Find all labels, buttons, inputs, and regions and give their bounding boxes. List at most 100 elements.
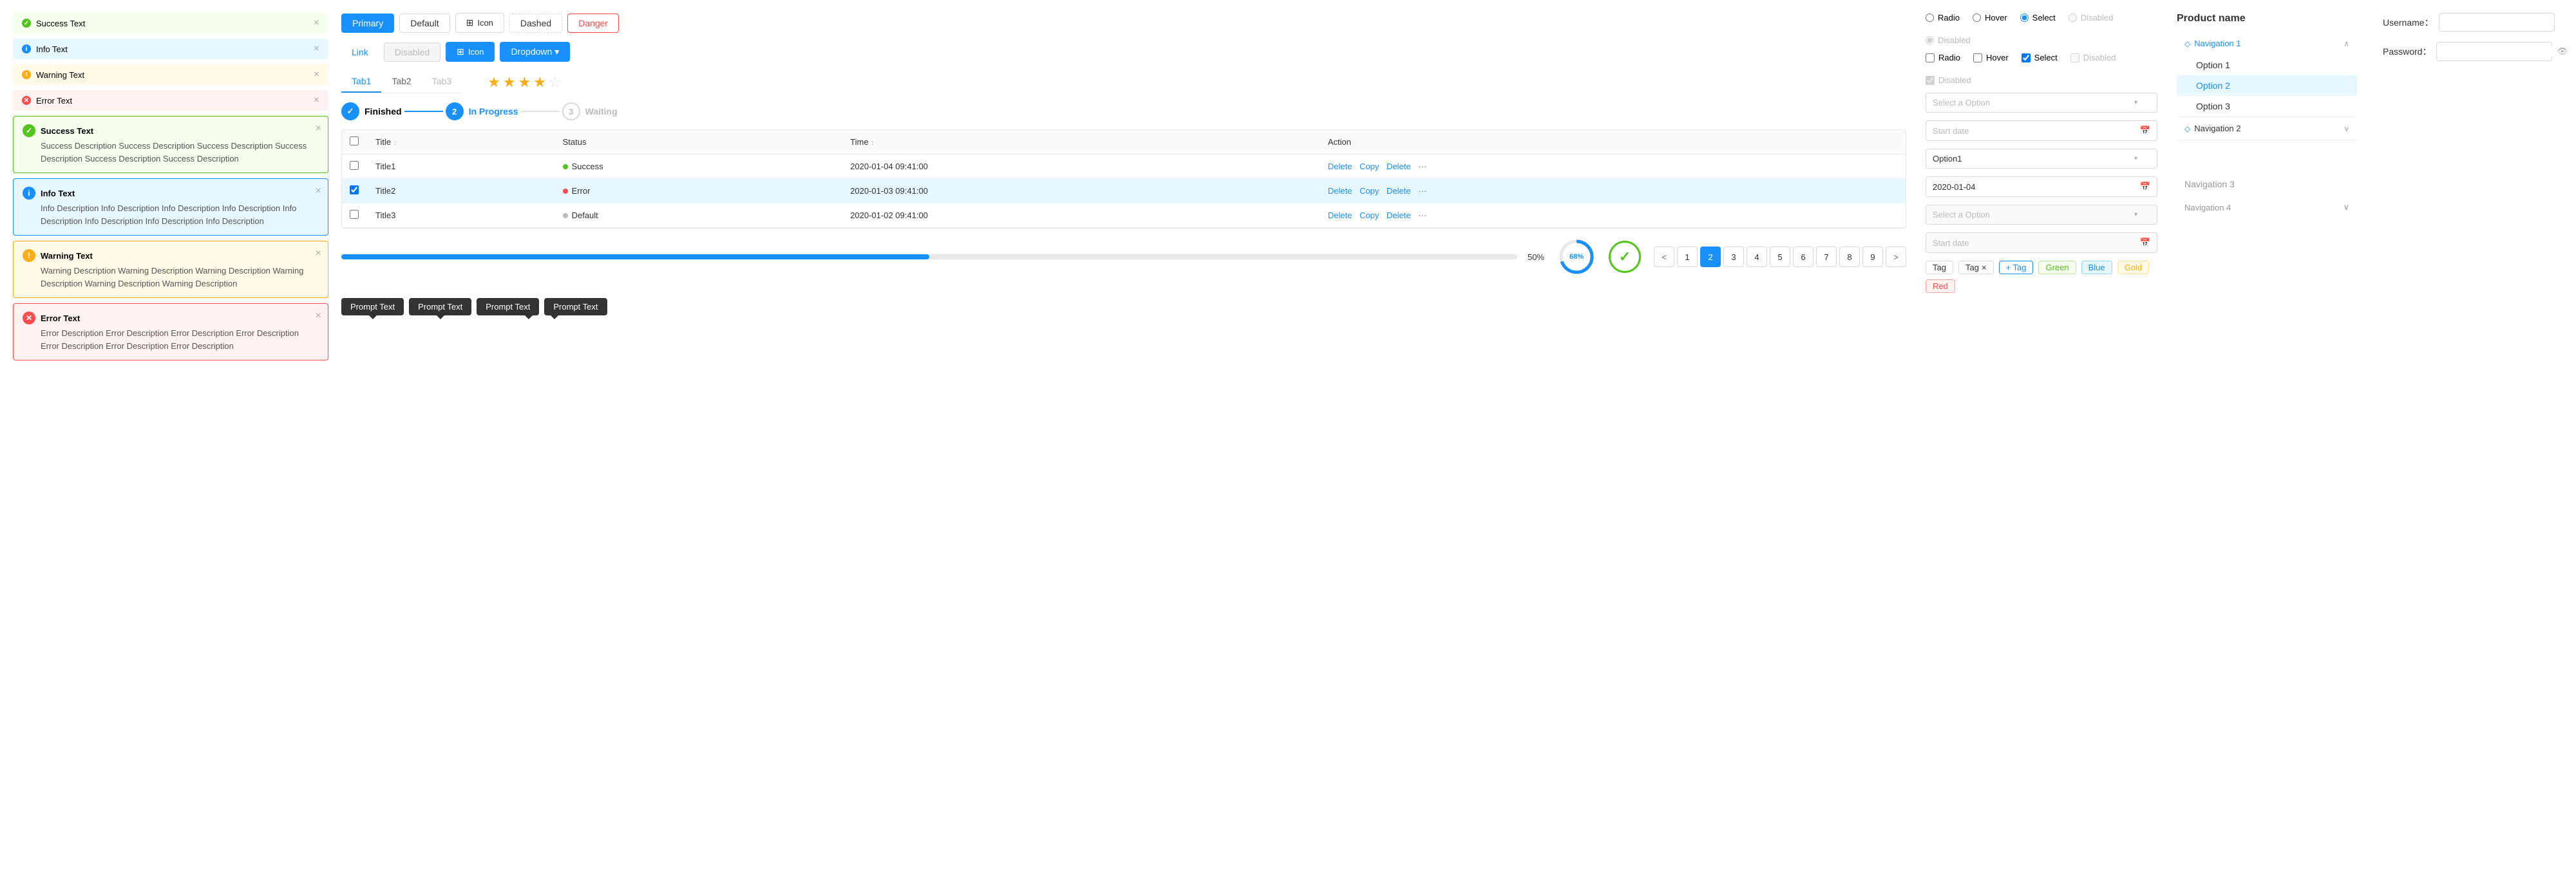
select-2[interactable]: Option1 ▾ [1926,149,2157,169]
radio-hover[interactable]: Hover [1973,13,2007,23]
table-row: Title3 Default 2020-01-02 09:41:00 Delet… [342,203,1906,228]
row2-delete2[interactable]: Delete [1387,186,1411,196]
checkbox-hover[interactable]: Hover [1973,53,2009,62]
page-next[interactable]: > [1886,247,1906,267]
alert-close-btn[interactable]: × [314,18,319,28]
tag-plain-2[interactable]: Tag × [1958,261,1994,274]
radio-selected[interactable]: Select [2020,13,2056,23]
checkbox-selected[interactable]: Select [2022,53,2058,62]
calendar-icon: 📅 [2140,126,2150,136]
page-6[interactable]: 6 [1793,247,1814,267]
row1-actions: Delete Copy Delete ··· [1320,154,1906,179]
alert-simple-warning: ! Warning Text × [13,64,328,85]
password-input-wrap[interactable]: 👁 [2436,42,2552,61]
sort-icon-time[interactable]: ↕ [871,140,874,147]
alert-close-btn[interactable]: × [314,95,319,106]
sort-icon-title[interactable]: ↕ [393,140,397,147]
step-inprogress-label: In Progress [469,106,518,117]
row2-delete1[interactable]: Delete [1328,186,1352,196]
detail-close-btn[interactable]: × [316,123,321,135]
row1-more[interactable]: ··· [1418,162,1426,171]
checkbox-unchecked[interactable]: Radio [1926,53,1960,62]
star-5[interactable]: ☆ [549,74,562,91]
page-1[interactable]: 1 [1677,247,1698,267]
detail-info-title: Info Text [41,189,75,198]
nav-item-1[interactable]: ◇ Navigation 1 ∧ [2177,32,2357,55]
star-2[interactable]: ★ [503,74,516,91]
right-panel: Product name ◇ Navigation 1 ∧ Option 1 O… [2164,13,2563,360]
star-4-half[interactable]: ★ [533,74,546,91]
radio-disabled-1: Disabled [2069,13,2114,23]
star-1[interactable]: ★ [488,74,500,91]
default-button[interactable]: Default [399,14,450,33]
row3-more[interactable]: ··· [1418,210,1426,220]
nav-sub-option2[interactable]: Option 2 [2177,75,2357,96]
dashed-button[interactable]: Dashed [509,14,562,33]
checkbox-row: Radio Hover Select Disabled Disabled [1926,53,2157,85]
nav-expand-icon[interactable]: ∧ [2344,39,2349,48]
detail-close-btn[interactable]: × [316,310,321,322]
page-2[interactable]: 2 [1700,247,1721,267]
nav-item-2[interactable]: ◇ Navigation 2 ∨ [2177,117,2357,140]
row2-more[interactable]: ··· [1418,186,1426,196]
detail-warning-title: Warning Text [41,251,93,261]
row1-delete2[interactable]: Delete [1387,162,1411,171]
danger-button[interactable]: Danger [567,14,619,33]
dropdown-button[interactable]: Dropdown ▾ [500,42,570,62]
primary-button[interactable]: Primary [341,14,394,33]
link-button[interactable]: Link [341,43,379,61]
page-4[interactable]: 4 [1747,247,1767,267]
page-8[interactable]: 8 [1839,247,1860,267]
alert-close-btn[interactable]: × [314,44,319,54]
nav-arrow-icon: ∨ [2343,202,2349,212]
nav-sub-option3[interactable]: Option 3 [2177,96,2357,117]
tooltip-4[interactable]: Prompt Text [544,298,607,315]
tooltip-2[interactable]: Prompt Text [409,298,471,315]
table-select-all[interactable] [350,136,359,145]
star-3[interactable]: ★ [518,74,531,91]
password-row: Password： 👁 [2383,42,2555,61]
row1-delete1[interactable]: Delete [1328,162,1352,171]
page-5[interactable]: 5 [1770,247,1790,267]
password-input[interactable] [2443,47,2557,57]
row1-checkbox[interactable] [350,161,359,170]
radio-unchecked[interactable]: Radio [1926,13,1960,23]
row2-copy[interactable]: Copy [1359,186,1379,196]
progress-bar-section: 50% [341,252,1544,262]
page-3[interactable]: 3 [1723,247,1744,267]
icon-blue-icon: ⊞ [457,46,464,57]
form-right-section: Username： Password： 👁 [2383,13,2555,219]
row3-checkbox[interactable] [350,210,359,219]
nav-collapse-icon[interactable]: ∨ [2344,124,2349,133]
row1-copy[interactable]: Copy [1359,162,1379,171]
icon-blue-button[interactable]: ⊞ Icon [446,42,495,62]
nav-sub-option1[interactable]: Option 1 [2177,55,2357,75]
tag-add-btn[interactable]: + Tag [1999,261,2034,274]
detail-warning-desc: Warning Description Warning Description … [41,265,319,290]
checkbox-disabled-2: Disabled [1926,75,1971,85]
detail-close-btn[interactable]: × [316,185,321,197]
tooltip-3[interactable]: Prompt Text [477,298,539,315]
star-rating[interactable]: ★ ★ ★ ★ ☆ [488,74,562,91]
detail-close-btn[interactable]: × [316,248,321,259]
date-2[interactable]: 2020-01-04 📅 [1926,176,2157,197]
username-input[interactable] [2439,13,2555,32]
tooltip-1[interactable]: Prompt Text [341,298,404,315]
date-1[interactable]: Start date 📅 [1926,120,2157,141]
page-9[interactable]: 9 [1862,247,1883,267]
select-1[interactable]: Select a Option ▾ [1926,93,2157,113]
select-3[interactable]: Select a Option ▾ [1926,205,2157,225]
tab-2[interactable]: Tab2 [381,71,421,93]
row2-checkbox[interactable] [350,185,359,194]
eye-icon[interactable]: 👁 [2557,46,2568,57]
tag-close-icon[interactable]: × [1982,263,1987,272]
row3-copy[interactable]: Copy [1359,210,1379,220]
icon-button[interactable]: ⊞ Icon [455,13,504,33]
circle-progress: 68% [1557,238,1596,276]
alert-close-btn[interactable]: × [314,70,319,80]
row3-delete2[interactable]: Delete [1387,210,1411,220]
tab-1[interactable]: Tab1 [341,71,381,93]
page-7[interactable]: 7 [1816,247,1837,267]
page-prev[interactable]: < [1654,247,1674,267]
row3-delete1[interactable]: Delete [1328,210,1352,220]
